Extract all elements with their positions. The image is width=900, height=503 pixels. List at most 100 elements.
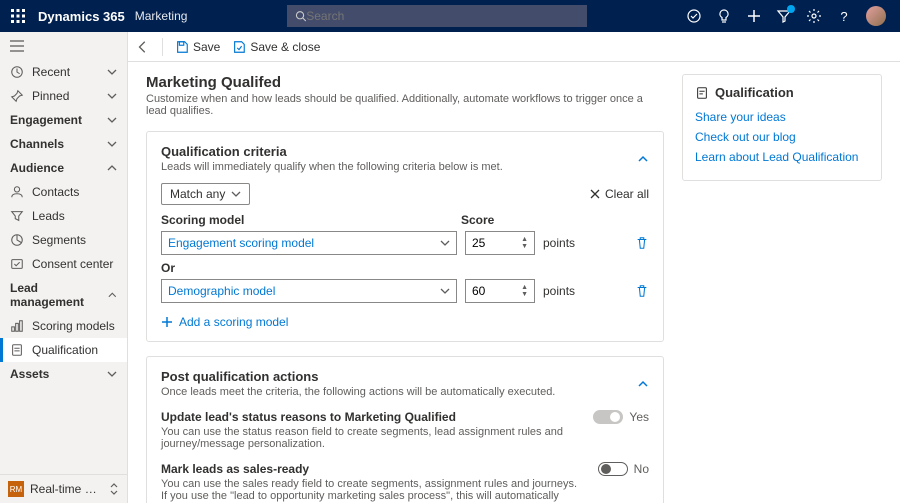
qualification-help-card: Qualification Share your ideas Check out… [682, 74, 882, 181]
action-2-desc: You can use the sales ready field to cre… [161, 478, 581, 503]
chevron-down-icon [107, 67, 117, 77]
search-icon [295, 10, 307, 22]
close-icon [589, 188, 601, 200]
user-avatar[interactable] [866, 6, 886, 26]
assistant-icon[interactable] [686, 8, 702, 24]
qualification-criteria-card: Qualification criteria Leads will immedi… [146, 131, 664, 342]
help-card-title: Qualification [715, 85, 794, 100]
plus-icon [161, 316, 173, 328]
nav-leads[interactable]: Leads [0, 204, 127, 228]
save-icon [175, 40, 189, 54]
chevron-down-icon [107, 369, 117, 379]
help-link[interactable]: Learn about Lead Qualification [695, 150, 869, 164]
nav-collapse-icon[interactable] [0, 32, 127, 60]
brand-label: Dynamics 365 [38, 9, 125, 24]
action-2-title: Mark leads as sales-ready [161, 462, 581, 476]
leads-icon [10, 209, 24, 223]
score-input[interactable]: ▲▼ [465, 279, 535, 303]
label-score: Score [461, 213, 494, 227]
points-label: points [543, 236, 575, 250]
step-down-icon[interactable]: ▼ [521, 291, 528, 298]
help-link[interactable]: Share your ideas [695, 110, 869, 124]
nav-scoring-models[interactable]: Scoring models [0, 314, 127, 338]
action-2-toggle[interactable] [598, 462, 628, 476]
criteria-row: Engagement scoring model ▲▼ points [161, 231, 649, 255]
module-label: Marketing [135, 9, 188, 23]
actions-title: Post qualification actions [161, 369, 555, 384]
page-title: Marketing Qualifed [146, 74, 664, 91]
collapse-criteria-icon[interactable] [637, 153, 649, 165]
main-area: Save Save & close Marketing Qualifed Cus… [128, 32, 900, 503]
segments-icon [10, 233, 24, 247]
nav-segments[interactable]: Segments [0, 228, 127, 252]
nav-section-audience[interactable]: Audience [0, 156, 127, 180]
site-nav: Recent Pinned Engagement Channels Audien… [0, 32, 128, 503]
person-icon [10, 185, 24, 199]
collapse-actions-icon[interactable] [637, 378, 649, 390]
updown-icon [109, 483, 119, 495]
consent-icon [10, 257, 24, 271]
pin-icon [10, 89, 24, 103]
nav-section-channels[interactable]: Channels [0, 132, 127, 156]
chevron-down-icon [440, 238, 450, 248]
chevron-up-icon [107, 163, 117, 173]
clear-all-button[interactable]: Clear all [589, 187, 649, 201]
action-1-title: Update lead's status reasons to Marketin… [161, 410, 581, 424]
chevron-down-icon [231, 189, 241, 199]
action-2-state: No [634, 462, 649, 476]
points-label: points [543, 284, 575, 298]
nav-recent[interactable]: Recent [0, 60, 127, 84]
svg-text:?: ? [840, 9, 847, 24]
nav-qualification[interactable]: Qualification [0, 338, 127, 362]
score-input[interactable]: ▲▼ [465, 231, 535, 255]
scoring-model-select[interactable]: Demographic model [161, 279, 457, 303]
clock-icon [10, 65, 24, 79]
area-badge: RM [8, 481, 24, 497]
nav-contacts[interactable]: Contacts [0, 180, 127, 204]
nav-section-lead-mgmt[interactable]: Lead management [0, 276, 127, 314]
chevron-down-icon [107, 115, 117, 125]
nav-consent[interactable]: Consent center [0, 252, 127, 276]
global-header: Dynamics 365 Marketing ? [0, 0, 900, 32]
lightbulb-icon[interactable] [716, 8, 732, 24]
area-switcher[interactable]: RM Real-time marketi... [0, 474, 127, 503]
save-close-icon [232, 40, 246, 54]
match-mode-dropdown[interactable]: Match any [161, 183, 250, 205]
chevron-up-icon [108, 290, 117, 300]
settings-icon[interactable] [806, 8, 822, 24]
step-up-icon[interactable]: ▲ [521, 284, 528, 291]
action-1-toggle[interactable] [593, 410, 623, 424]
back-button[interactable] [136, 40, 150, 54]
filter-icon[interactable] [776, 8, 792, 24]
command-bar: Save Save & close [128, 32, 900, 62]
app-launcher-icon[interactable] [8, 6, 28, 26]
page-description: Customize when and how leads should be q… [146, 93, 664, 117]
search-input[interactable] [306, 9, 578, 23]
chevron-down-icon [107, 91, 117, 101]
criteria-row: Demographic model ▲▼ points [161, 279, 649, 303]
help-link[interactable]: Check out our blog [695, 130, 869, 144]
action-1-state: Yes [629, 410, 649, 424]
delete-row-icon[interactable] [635, 284, 649, 298]
nav-section-assets[interactable]: Assets [0, 362, 127, 386]
actions-subtitle: Once leads meet the criteria, the follow… [161, 386, 555, 398]
step-down-icon[interactable]: ▼ [521, 243, 528, 250]
step-up-icon[interactable]: ▲ [521, 236, 528, 243]
help-icon[interactable]: ? [836, 8, 852, 24]
or-label: Or [161, 261, 649, 275]
delete-row-icon[interactable] [635, 236, 649, 250]
action-1-desc: You can use the status reason field to c… [161, 426, 581, 450]
nav-section-engagement[interactable]: Engagement [0, 108, 127, 132]
scoring-icon [10, 319, 24, 333]
add-icon[interactable] [746, 8, 762, 24]
add-scoring-model-button[interactable]: Add a scoring model [161, 315, 649, 329]
save-close-button[interactable]: Save & close [232, 40, 320, 54]
save-button[interactable]: Save [175, 40, 220, 54]
scoring-model-select[interactable]: Engagement scoring model [161, 231, 457, 255]
qualification-icon [10, 343, 24, 357]
global-search[interactable] [287, 5, 587, 27]
doc-icon [695, 86, 709, 100]
nav-pinned[interactable]: Pinned [0, 84, 127, 108]
criteria-title: Qualification criteria [161, 144, 503, 159]
criteria-subtitle: Leads will immediately qualify when the … [161, 161, 503, 173]
